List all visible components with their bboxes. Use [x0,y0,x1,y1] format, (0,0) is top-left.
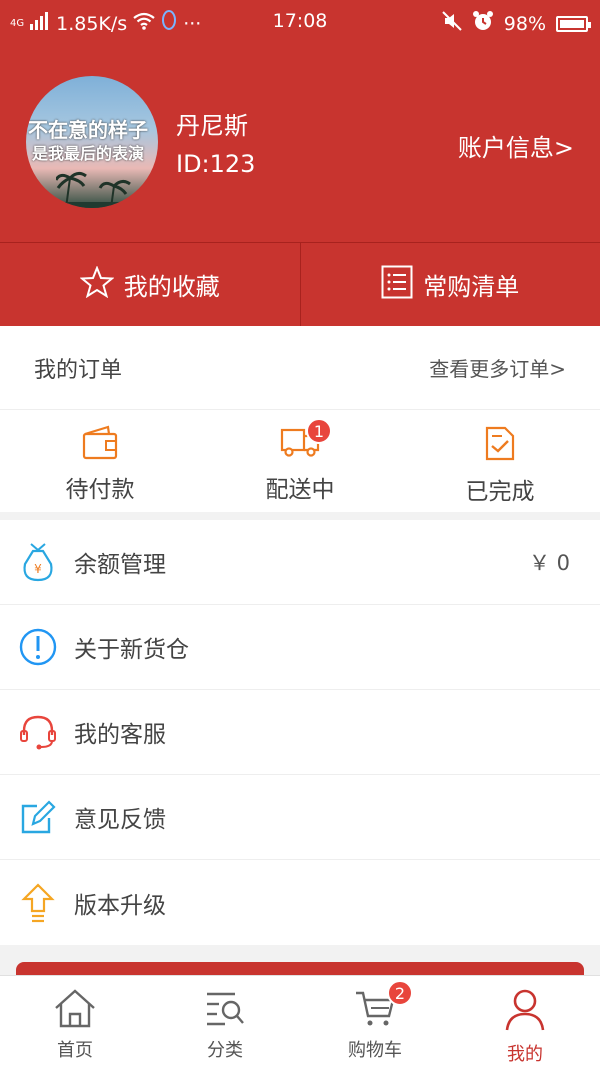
mute-icon [442,11,462,36]
nav-label: 购物车 [348,1040,402,1061]
upgrade-icon [18,882,58,923]
money-bag-icon: ¥ [18,542,58,582]
status-bar: 4G 1.85K/s ··· 17:08 98% [0,0,600,44]
quick-tabs: 我的收藏 常购清单 [0,242,600,326]
order-status-label: 待付款 [65,477,135,503]
wallet-icon [82,424,118,464]
info-icon [18,627,58,667]
menu-label: 关于新货仓 [74,637,189,663]
frequent-list-tab[interactable]: 常购清单 [299,243,600,326]
menu-balance[interactable]: ¥ 余额管理 ￥ 0 [0,520,600,605]
menu-label: 我的客服 [74,722,166,748]
battery-level: 98% [503,12,546,35]
nav-cart[interactable]: 2 购物车 [300,976,450,1067]
nav-label: 首页 [57,1040,93,1061]
cart-badge: 2 [387,980,413,1006]
favorites-tab[interactable]: 我的收藏 [0,243,300,326]
menu-label: 意见反馈 [74,807,166,833]
menu-feedback[interactable]: 意见反馈 [0,775,600,860]
order-status-completed[interactable]: 已完成 [400,410,600,512]
clipboard-check-icon [483,424,517,466]
menu-label: 余额管理 [74,552,166,578]
username: 丹尼斯 [176,112,248,140]
account-info-link[interactable]: 账户信息> [458,128,574,163]
nav-label: 我的 [507,1044,543,1065]
home-icon [53,988,97,1032]
orders-header: 我的订单 查看更多订单> [0,326,600,410]
list-icon [381,265,413,305]
bottom-nav: 首页 分类 2 购物车 我的 [0,975,600,1067]
orders-section: 我的订单 查看更多订单> 待付款 1 配送中 已完成 [0,326,600,512]
battery-icon [556,15,591,32]
order-status-label: 配送中 [265,477,335,503]
star-icon [79,264,115,304]
order-status-label: 已完成 [465,479,535,505]
nav-category[interactable]: 分类 [150,976,300,1067]
edit-icon [18,797,58,837]
user-id: ID:123 [176,150,256,178]
more-orders-link[interactable]: 查看更多订单> [429,353,566,382]
settings-menu: ¥ 余额管理 ￥ 0 关于新货仓 我的客服 意见反馈 版本升级 [0,520,600,945]
menu-about[interactable]: 关于新货仓 [0,605,600,690]
order-status-delivering[interactable]: 1 配送中 [200,410,400,512]
menu-upgrade[interactable]: 版本升级 [0,860,600,945]
nav-mine[interactable]: 我的 [450,976,600,1067]
frequent-list-label: 常购清单 [423,273,520,301]
balance-value: ￥ 0 [528,551,570,575]
headset-icon [18,712,58,752]
nav-home[interactable]: 首页 [0,976,150,1067]
category-search-icon [203,988,247,1032]
alarm-icon [472,10,494,37]
orders-title: 我的订单 [34,357,123,383]
nav-label: 分类 [207,1040,243,1061]
delivering-badge: 1 [306,418,332,444]
profile-header: 不在意的样子 是我最后的表演 丹尼斯 ID:123 账户信息> [0,44,600,242]
favorites-label: 我的收藏 [123,273,220,301]
palm-tree-icon [56,171,136,208]
avatar-text-1: 不在意的样子 [28,118,148,142]
avatar-text-2: 是我最后的表演 [32,144,145,163]
order-status-pending-payment[interactable]: 待付款 [0,410,200,512]
menu-label: 版本升级 [74,892,166,919]
avatar[interactable]: 不在意的样子 是我最后的表演 [26,76,158,208]
user-icon [503,988,547,1036]
svg-text:¥: ¥ [34,562,42,576]
menu-customer-service[interactable]: 我的客服 [0,690,600,775]
